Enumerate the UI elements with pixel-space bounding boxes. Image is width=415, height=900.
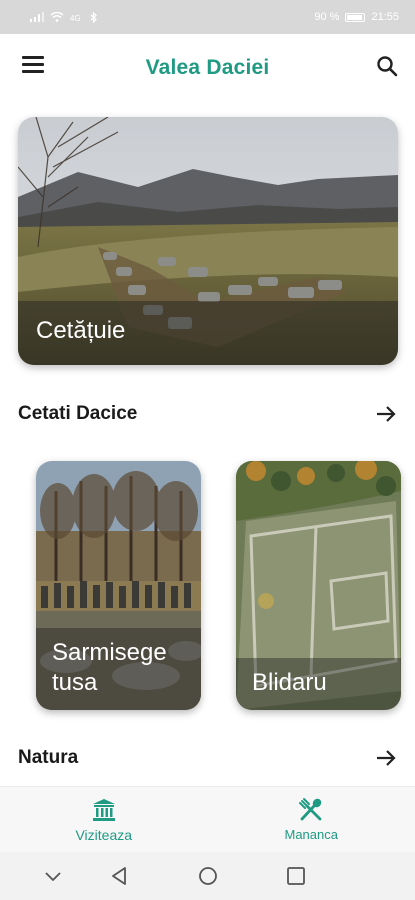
nav-label-viziteaza: Viziteaza (75, 826, 133, 843)
museum-icon (92, 798, 115, 821)
data-icon: 4G (70, 14, 81, 22)
recents-icon[interactable] (284, 864, 308, 888)
system-nav (0, 852, 415, 900)
section-title-cetati-dacice: Cetati Dacice (18, 403, 138, 424)
signal-icon (30, 12, 44, 22)
status-right: 90 % 21:55 (314, 11, 399, 23)
section-header-cetati-dacice: Cetati Dacice (18, 402, 398, 426)
hero-label: Cetățuie (18, 301, 398, 365)
chevron-down-icon[interactable] (41, 864, 65, 888)
hero-card-cetatuie[interactable]: Cetățuie (18, 117, 398, 365)
svg-text:4G: 4G (70, 14, 81, 22)
status-icons: 4G (30, 11, 98, 23)
section-header-natura: Natura (18, 746, 398, 770)
home-icon[interactable] (196, 864, 220, 888)
card-sarmisegetusa[interactable]: Sarmisege tusa (36, 461, 201, 710)
card-label-blidaru: Blidaru (236, 658, 401, 710)
card-label-sarmisegetusa: Sarmisege tusa (36, 628, 201, 710)
app-title: Valea Daciei (145, 56, 270, 79)
arrow-right-icon[interactable] (374, 746, 398, 770)
search-icon[interactable] (375, 54, 399, 78)
bluetooth-icon (90, 11, 97, 23)
card-blidaru[interactable]: Blidaru (236, 461, 401, 710)
back-icon[interactable] (107, 864, 131, 888)
section-title-natura: Natura (18, 747, 79, 768)
battery-percent: 90 % (314, 11, 340, 23)
clock: 21:55 (371, 11, 399, 23)
battery-icon (345, 12, 366, 22)
app-bar: Valea Daciei (0, 34, 415, 102)
nav-item-viziteaza[interactable]: Viziteaza (0, 787, 208, 852)
fork-spoon-icon (299, 798, 322, 821)
arrow-right-icon[interactable] (374, 402, 398, 426)
nav-label-mananca: Mananca (284, 827, 338, 842)
bottom-nav: Viziteaza Mananca (0, 786, 415, 852)
menu-icon[interactable] (22, 56, 44, 74)
nav-item-mananca[interactable]: Mananca (208, 787, 415, 852)
status-bar: 4G 90 % 21:55 (0, 0, 415, 34)
wifi-icon (50, 12, 64, 22)
